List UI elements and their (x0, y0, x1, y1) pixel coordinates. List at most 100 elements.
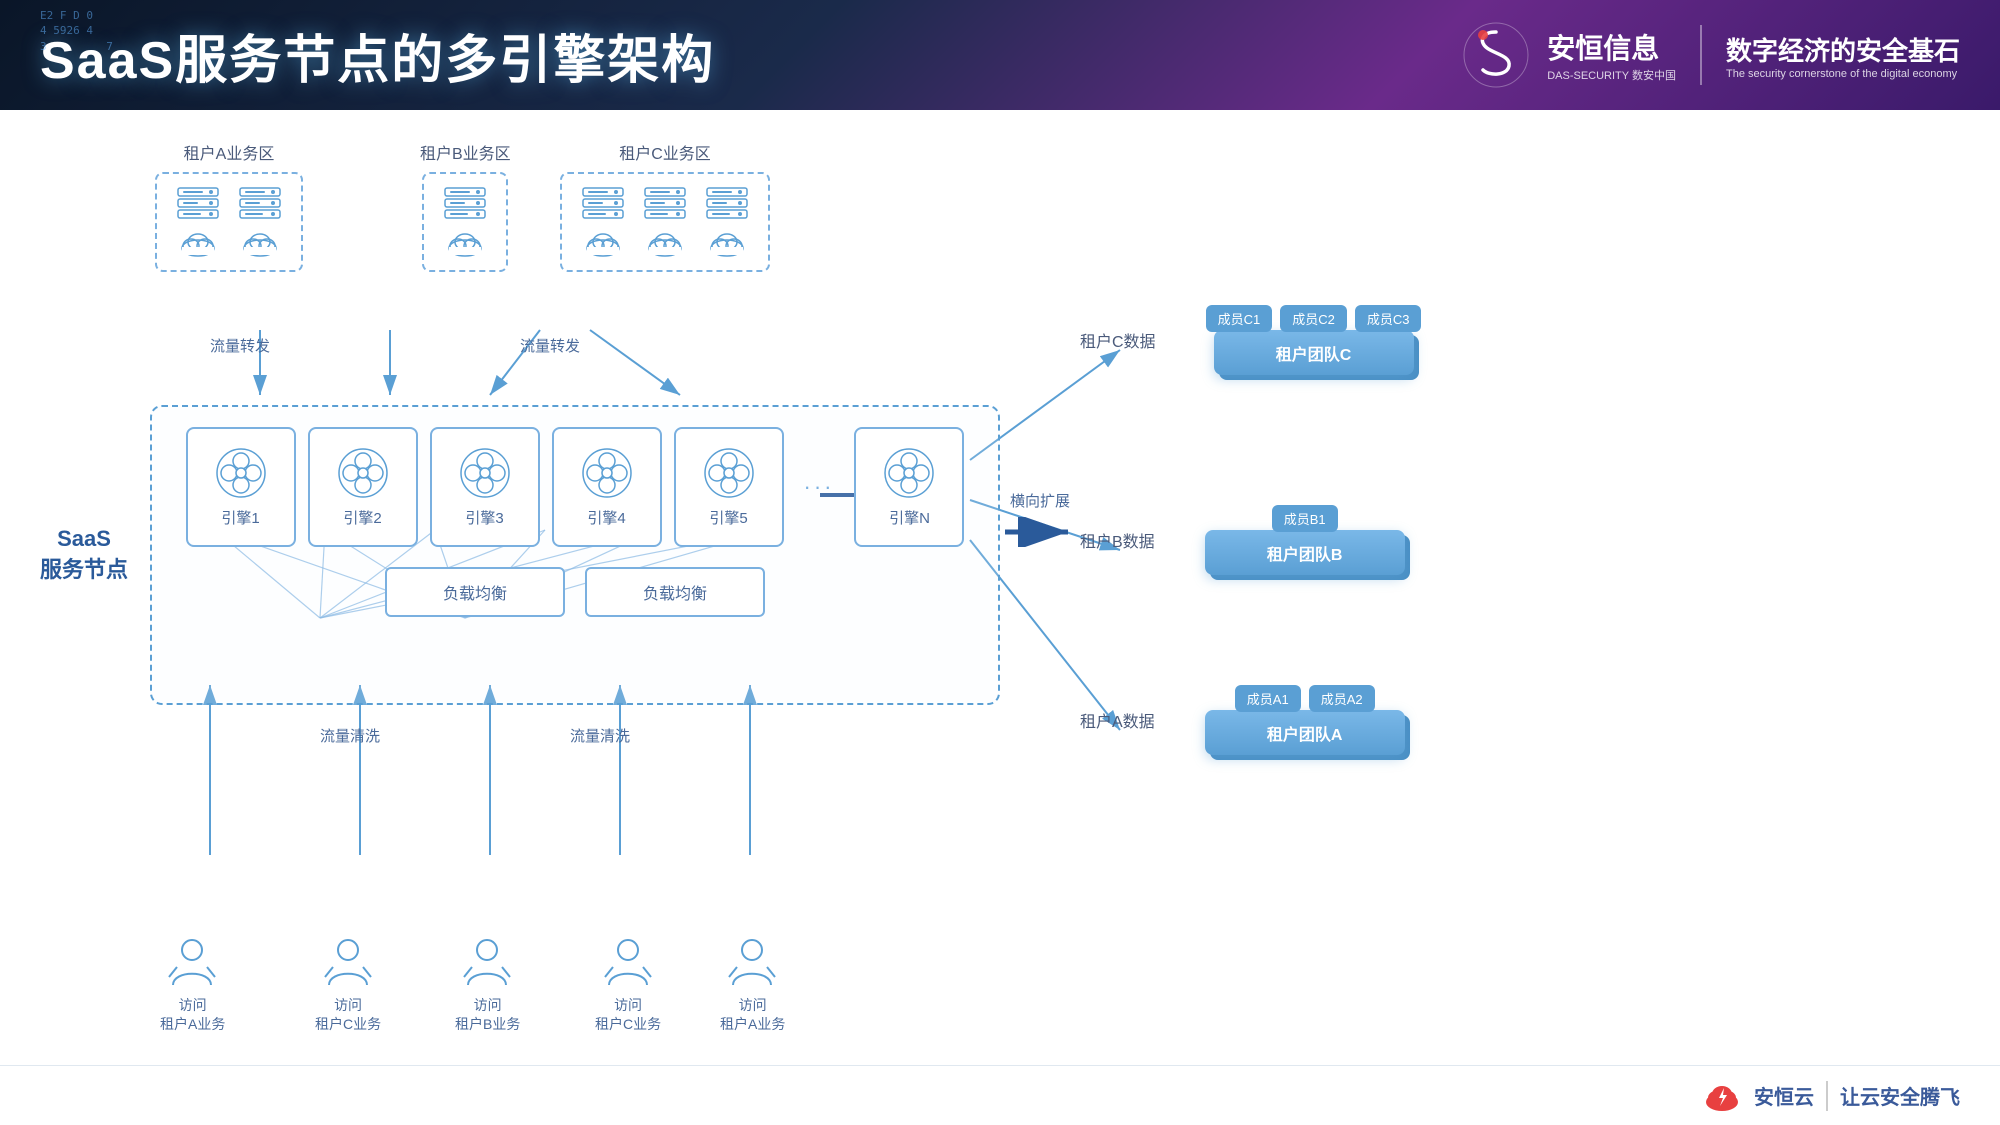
header: E2 F D 0 4 5926 4 3 7 SaaS服务节点的多引擎架构 安恒信… (0, 0, 2000, 110)
user-label-2: 访问租户C业务 (315, 996, 381, 1035)
server-unit-a1 (173, 186, 223, 258)
engine-icon-4 (581, 447, 633, 499)
footer-logo: 安恒云 让云安全腾飞 (1702, 1076, 1960, 1116)
logo-divider (1700, 25, 1702, 85)
cloud-icon-b1 (445, 230, 485, 258)
server-icon-a2 (235, 186, 285, 226)
tenant-c-data-section: 租户C数据 成员C1 成员C2 成员C3 租户团队C (1080, 305, 1421, 375)
expand-section: 横向扩展 (1000, 490, 1080, 547)
expand-arrow-svg (1000, 517, 1080, 547)
cloud-icon-c1 (583, 230, 623, 258)
load-balance-box-2: 负载均衡 (585, 567, 765, 617)
company-name-area: 安恒信息 DAS-SECURITY 数安中国 (1547, 27, 1676, 83)
engine-icon-3 (459, 447, 511, 499)
user-item-1: 访问租户A业务 (160, 935, 225, 1035)
engine-label-4: 引擎4 (587, 507, 625, 528)
server-unit-c3 (702, 186, 752, 258)
cloud-icon-a2 (240, 230, 280, 258)
engine-icon-2 (337, 447, 389, 499)
member-c1: 成员C1 (1206, 305, 1273, 332)
engine-label-5: 引擎5 (709, 507, 747, 528)
flow-clean-label-1: 流量清洗 (320, 725, 380, 746)
tenant-b-label: 租户B业务区 (420, 140, 511, 164)
expand-label: 横向扩展 (1010, 490, 1070, 511)
footer-logo-text: 安恒云 (1754, 1081, 1814, 1110)
cloud-icon-c3 (707, 230, 747, 258)
tenant-c-label: 租户C业务区 (619, 140, 711, 164)
user-icon-2 (321, 935, 376, 990)
member-c3: 成员C3 (1355, 305, 1422, 332)
member-a1: 成员A1 (1235, 685, 1301, 712)
engine-dots: ··· (796, 474, 843, 500)
engine-icon-5 (703, 447, 755, 499)
header-matrix: E2 F D 0 4 5926 4 3 7 (40, 8, 113, 54)
user-icon-4 (601, 935, 656, 990)
user-item-3: 访问租户B业务 (455, 935, 520, 1035)
flow-label-2: 流量转发 (520, 335, 580, 356)
tagline-en: The security cornerstone of the digital … (1726, 68, 1957, 80)
engine-icon-n (883, 447, 935, 499)
team-a-stack: 租户团队A (1205, 710, 1405, 755)
tenant-a-box (155, 172, 303, 272)
flow-clean-label-2: 流量清洗 (570, 725, 630, 746)
server-icon-a1 (173, 186, 223, 226)
server-icon-c2 (640, 186, 690, 226)
user-icon-3 (460, 935, 515, 990)
server-icon-c1 (578, 186, 628, 226)
engine-box-4: 引擎4 (552, 427, 662, 547)
company-name-sub: DAS-SECURITY 数安中国 (1547, 67, 1676, 83)
footer-logo-icon (1702, 1076, 1742, 1116)
logo-tagline: 数字经济的安全基石 The security cornerstone of th… (1726, 31, 1960, 80)
logo-area: 安恒信息 DAS-SECURITY 数安中国 数字经济的安全基石 The sec… (1461, 20, 1960, 90)
company-name-cn: 安恒信息 (1547, 27, 1676, 67)
member-b1: 成员B1 (1272, 505, 1338, 532)
footer-tagline: 让云安全腾飞 (1840, 1081, 1960, 1110)
members-row-c: 成员C1 成员C2 成员C3 (1206, 305, 1422, 332)
engine-icon-1 (215, 447, 267, 499)
cloud-icon-a1 (178, 230, 218, 258)
company-logo-icon (1461, 20, 1531, 90)
tenant-a-data-section: 租户A数据 成员A1 成员A2 租户团队A (1080, 685, 1405, 755)
tenant-b-box (422, 172, 508, 272)
engine-label-2: 引擎2 (343, 507, 381, 528)
engine-box-n: 引擎N (854, 427, 964, 547)
engine-label-n: 引擎N (889, 507, 930, 528)
tenant-zone-a: 租户A业务区 (155, 140, 303, 272)
tagline-cn: 数字经济的安全基石 (1726, 31, 1960, 68)
flow-label-1: 流量转发 (210, 335, 270, 356)
server-unit-a2 (235, 186, 285, 258)
load-balance-box-1: 负载均衡 (385, 567, 565, 617)
saas-box: 引擎1 引擎2 (150, 405, 1000, 705)
tenant-a-label: 租户A业务区 (184, 140, 275, 164)
user-icon-5 (725, 935, 780, 990)
server-unit-c1 (578, 186, 628, 258)
engine-box-5: 引擎5 (674, 427, 784, 547)
engine-label-1: 引擎1 (221, 507, 259, 528)
team-b-stack: 租户团队B (1205, 530, 1405, 575)
page-title: SaaS服务节点的多引擎架构 (40, 18, 715, 93)
user-label-3: 访问租户B业务 (455, 996, 520, 1035)
engine-box-1: 引擎1 (186, 427, 296, 547)
server-unit-c2 (640, 186, 690, 258)
user-label-5: 访问租户A业务 (720, 996, 785, 1035)
member-a2: 成员A2 (1309, 685, 1375, 712)
tenant-c-data-label: 租户C数据 (1080, 328, 1156, 352)
tenant-team-b: 成员B1 租户团队B (1205, 505, 1405, 575)
footer: 安恒云 让云安全腾飞 (0, 1065, 2000, 1125)
members-row-b: 成员B1 (1272, 505, 1338, 532)
server-icon-c3 (702, 186, 752, 226)
team-c-stack: 租户团队C (1214, 330, 1414, 375)
user-item-5: 访问租户A业务 (720, 935, 785, 1035)
server-icon-b1 (440, 186, 490, 226)
user-item-4: 访问租户C业务 (595, 935, 661, 1035)
tenant-zone-b: 租户B业务区 (420, 140, 511, 272)
tenant-c-box (560, 172, 770, 272)
team-c-box: 租户团队C (1214, 330, 1414, 375)
user-icon-1 (165, 935, 220, 990)
tenant-b-data-section: 租户B数据 成员B1 租户团队B (1080, 505, 1405, 575)
user-item-2: 访问租户C业务 (315, 935, 381, 1035)
user-label-1: 访问租户A业务 (160, 996, 225, 1035)
members-row-a: 成员A1 成员A2 (1235, 685, 1375, 712)
footer-divider (1826, 1081, 1828, 1111)
engines-row: 引擎1 引擎2 (172, 427, 978, 547)
